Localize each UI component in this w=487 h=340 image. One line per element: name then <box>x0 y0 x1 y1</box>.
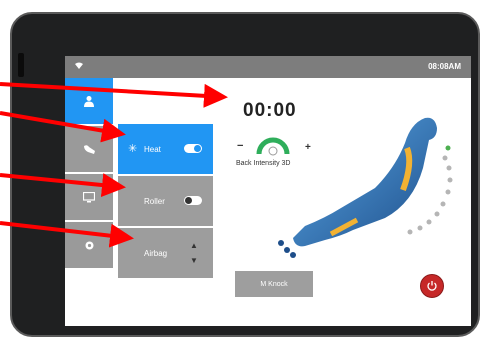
status-time: 08:08AM <box>428 62 461 71</box>
tablet-frame: 08:08AM ✳ Heat Roller Airbag ▲ ▼ 00:00 −… <box>10 12 480 337</box>
wifi-icon <box>75 61 83 71</box>
sidebar-item-settings[interactable] <box>65 222 113 268</box>
roller-toggle[interactable] <box>184 196 202 205</box>
power-button[interactable] <box>420 274 444 298</box>
screen: 08:08AM ✳ Heat Roller Airbag ▲ ▼ 00:00 −… <box>65 56 471 326</box>
status-bar: 08:08AM <box>65 56 471 78</box>
power-icon <box>427 281 437 291</box>
sidebar-item-monitor[interactable] <box>65 174 113 220</box>
user-icon <box>84 96 94 107</box>
roller-control[interactable]: Roller <box>118 176 213 226</box>
sidebar-item-massage[interactable] <box>65 126 113 172</box>
sidebar <box>65 78 113 326</box>
heat-control[interactable]: ✳ Heat <box>118 124 213 174</box>
sidebar-item-user[interactable] <box>65 78 113 124</box>
knock-button[interactable]: M Knock <box>235 271 313 297</box>
airbag-control[interactable]: Airbag ▲ ▼ <box>118 228 213 278</box>
intensity-decrease-button[interactable]: − <box>237 140 243 152</box>
massage-chair-illustration <box>278 117 453 258</box>
monitor-icon <box>83 191 95 202</box>
heat-label: Heat <box>144 145 161 154</box>
snowflake-icon: ✳ <box>128 143 138 155</box>
settings-icon <box>85 241 93 249</box>
up-down-arrows-icon[interactable]: ▲ ▼ <box>190 238 198 268</box>
heat-toggle[interactable] <box>184 144 202 153</box>
camera-notch <box>18 53 24 77</box>
roller-label: Roller <box>144 197 165 206</box>
airbag-label: Airbag <box>144 249 168 258</box>
massage-icon <box>83 144 95 154</box>
